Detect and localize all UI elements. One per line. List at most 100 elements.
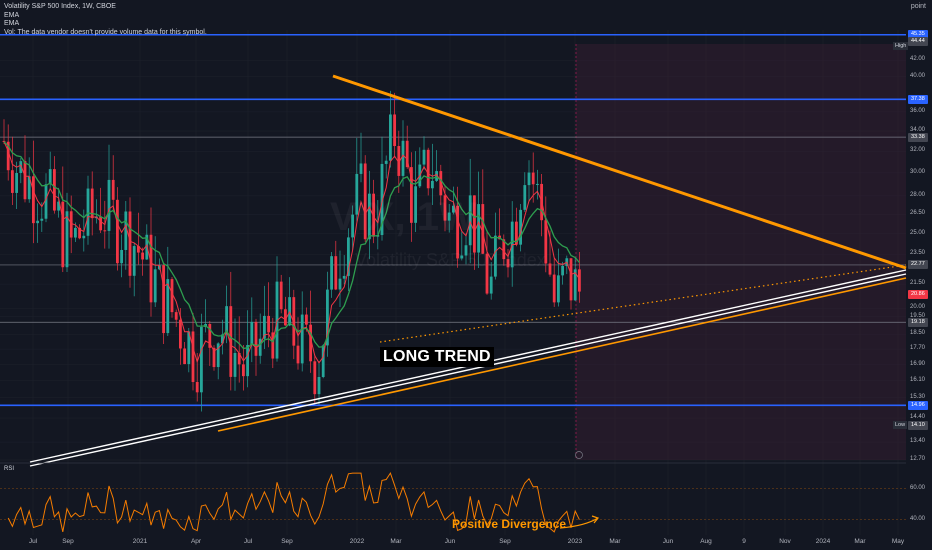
rsi-tick-label: 40.00 — [910, 515, 926, 522]
candle-body — [195, 382, 199, 393]
price-tick-label: 28.00 — [910, 191, 926, 198]
candle-body — [246, 345, 249, 377]
candle-body — [120, 249, 123, 264]
long-trend-annotation[interactable]: LONG TREND — [380, 347, 494, 367]
candle-body — [578, 269, 581, 292]
ema-slow-label[interactable]: EMA — [4, 20, 207, 29]
candle-body — [36, 220, 39, 224]
price-tick-label: 18.50 — [910, 330, 926, 337]
chart-root: Volatility S&P 500 Index, 1W, CBOE EMA E… — [0, 0, 932, 550]
price-tick-label: 13.40 — [910, 438, 926, 445]
candle-body — [132, 246, 136, 276]
candle-body — [74, 227, 77, 238]
candle-body — [103, 230, 107, 232]
candle-body — [65, 211, 69, 268]
candle-body — [422, 149, 426, 165]
candle-body — [174, 312, 178, 320]
time-tick-label: 2022 — [349, 538, 365, 545]
rsi-pane-label[interactable]: RSI — [4, 466, 14, 472]
name-watermark: Volatility S&P 500 Index — [355, 250, 546, 270]
low-label: Low — [893, 421, 908, 429]
price-badge: 22.77 — [908, 260, 928, 270]
candle-body — [69, 211, 73, 238]
volume-note: Vol: The data vendor doesn't provide vol… — [4, 28, 207, 36]
time-tick-label: Sep — [62, 538, 74, 545]
candle-body — [477, 204, 480, 253]
candle-body — [527, 172, 531, 186]
price-tick-label: 42.00 — [910, 56, 926, 63]
time-tick-label: 2023 — [567, 538, 583, 545]
candle-body — [11, 170, 14, 193]
candle-body — [359, 163, 363, 174]
candle-body — [279, 281, 283, 310]
candle-body — [183, 348, 186, 365]
time-tick-label: 2021 — [132, 538, 148, 545]
candle-body — [179, 319, 182, 349]
price-badge: 44.44 — [908, 37, 928, 47]
price-tick-label: 40.00 — [910, 72, 926, 79]
candle-body — [141, 252, 144, 260]
price-tick-label: 20.00 — [910, 304, 926, 311]
price-badge: 37.38 — [908, 94, 928, 104]
price-tick-label: 25.00 — [910, 229, 926, 236]
candle-body — [191, 331, 195, 383]
candle-body — [111, 179, 115, 200]
price-badge: 20.86 — [908, 289, 928, 299]
time-tick-label: Sep — [281, 538, 293, 545]
price-tick-label: 17.70 — [910, 345, 926, 352]
candle-body — [296, 345, 300, 364]
time-tick-label: Aug — [700, 538, 712, 545]
ticker-watermark: VIX, 1W — [330, 195, 477, 239]
candle-body — [86, 188, 90, 236]
symbol-line[interactable]: Volatility S&P 500 Index, 1W, CBOE — [4, 3, 207, 12]
candle-body — [48, 169, 52, 185]
time-tick-label: Mar — [854, 538, 866, 545]
candle-body — [431, 180, 434, 189]
candle-body — [267, 315, 270, 333]
time-tick-label: Jun — [662, 538, 674, 545]
candle-body — [569, 258, 573, 301]
time-tick-label: 9 — [742, 538, 746, 545]
candle-body — [317, 376, 321, 395]
rsi-tick-label: 60.00 — [910, 484, 926, 491]
candle-body — [53, 169, 56, 211]
candle-body — [536, 183, 539, 185]
candle-body — [489, 276, 493, 294]
candle-body — [82, 235, 86, 239]
candle-body — [305, 314, 308, 325]
ema-fast-label[interactable]: EMA — [4, 12, 207, 21]
candle-body — [250, 321, 254, 346]
candle-body — [393, 114, 396, 147]
positive-divergence-annotation[interactable]: Positive Divergence — [452, 517, 566, 531]
price-tick-label: 16.10 — [910, 376, 926, 383]
chart-legend: Volatility S&P 500 Index, 1W, CBOE EMA E… — [4, 3, 207, 37]
candle-body — [23, 161, 27, 200]
candle-body — [300, 314, 304, 364]
chart-svg[interactable] — [0, 0, 932, 550]
price-tick-label: 21.50 — [910, 280, 926, 287]
price-axis-title: point — [910, 3, 926, 10]
candle-body — [338, 278, 342, 290]
candle-body — [254, 321, 258, 356]
candle-body — [557, 275, 560, 303]
candle-body — [334, 256, 338, 290]
time-tick-label: Apr — [190, 538, 202, 545]
price-tick-label: 16.90 — [910, 360, 926, 367]
time-tick-label: 2024 — [815, 538, 831, 545]
candle-body — [426, 149, 430, 189]
candle-body — [162, 265, 165, 334]
time-tick-label: Jul — [243, 538, 253, 545]
candle-body — [233, 352, 237, 377]
candle-body — [128, 211, 132, 276]
time-tick-label: Mar — [390, 538, 402, 545]
time-tick-label: May — [891, 538, 905, 545]
price-tick-label: 36.00 — [910, 107, 926, 114]
price-tick-label: 23.50 — [910, 250, 926, 257]
candle-body — [107, 179, 111, 231]
price-badge: 14.96 — [908, 400, 928, 410]
candle-body — [389, 114, 392, 161]
candle-body — [548, 263, 552, 275]
price-tick-label: 26.50 — [910, 210, 926, 217]
price-badge: 19.18 — [908, 317, 928, 327]
candle-body — [61, 201, 65, 268]
